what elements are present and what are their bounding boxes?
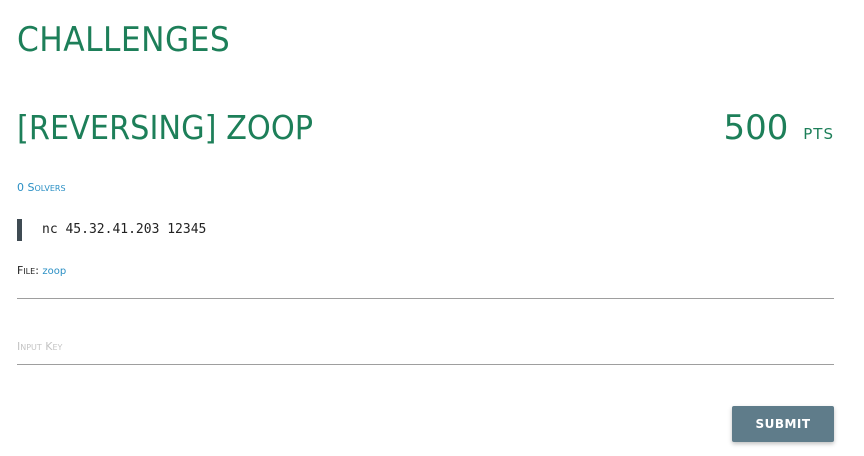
challenge-title: [REVERSING] ZOOP	[17, 108, 314, 147]
file-row: File: zoop	[17, 264, 66, 277]
connection-info: nc 45.32.41.203 12345	[17, 219, 206, 241]
page-title: CHALLENGES	[17, 20, 231, 60]
divider	[17, 298, 834, 299]
file-label: File:	[17, 264, 39, 277]
key-input[interactable]	[17, 328, 834, 365]
challenge-points: 500 pts	[724, 108, 834, 148]
file-download-link[interactable]: zoop	[42, 266, 66, 277]
challenge-page: CHALLENGES [REVERSING] ZOOP 500 pts 0 So…	[0, 0, 864, 456]
points-unit: pts	[803, 120, 834, 145]
points-value: 500	[723, 108, 789, 148]
solvers-link[interactable]: 0 Solvers	[17, 181, 66, 194]
submit-button[interactable]: SUBMIT	[732, 406, 834, 442]
